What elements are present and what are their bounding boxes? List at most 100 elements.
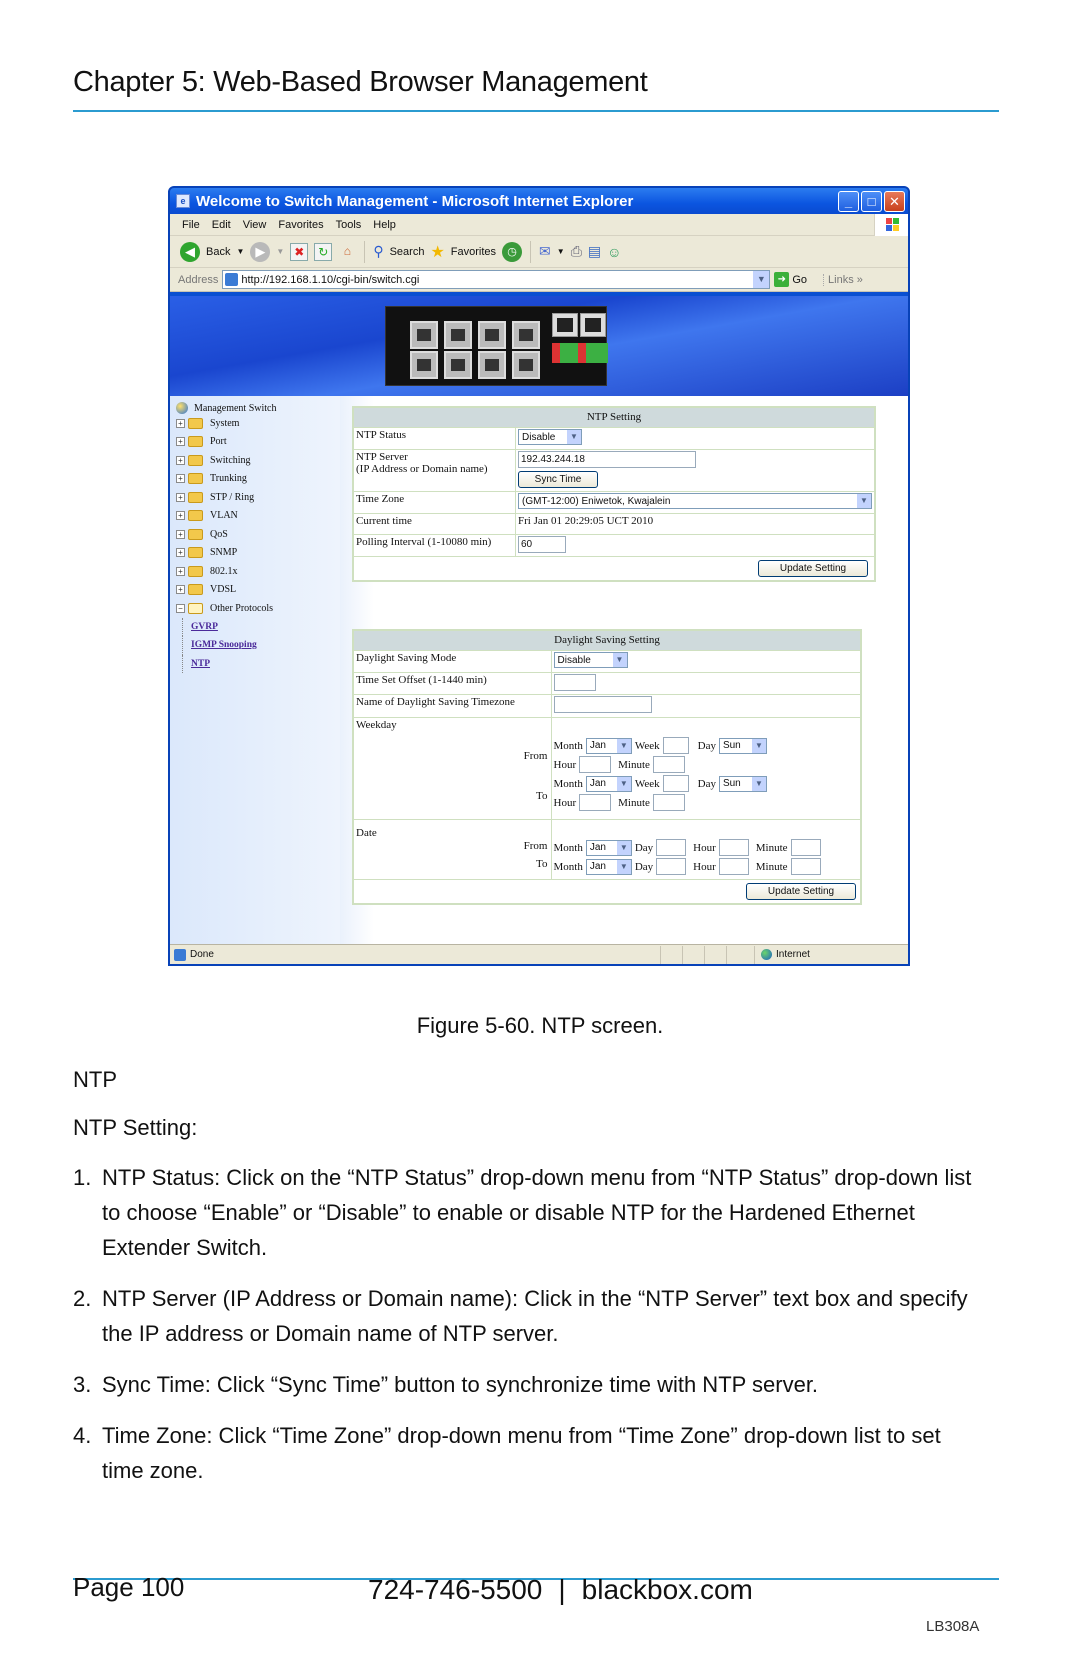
address-dropdown-icon[interactable]: ▼ <box>753 271 770 288</box>
date-to-month-select[interactable]: Jan ▼ <box>585 858 632 875</box>
date-from-day-input[interactable] <box>656 839 687 856</box>
ntp-status-select[interactable]: Disable ▼ <box>518 429 582 445</box>
sidebar-link-igmp-snooping[interactable]: IGMP Snooping <box>182 636 340 655</box>
weekday-to-minute-input[interactable] <box>652 794 685 811</box>
separator: | <box>558 1574 566 1605</box>
forward-dropdown-icon[interactable]: ▼ <box>276 247 284 256</box>
close-button[interactable]: ✕ <box>884 190 905 212</box>
status-text: Done <box>190 949 214 960</box>
date-from-month-select[interactable]: Jan ▼ <box>585 839 632 856</box>
mail-dropdown-icon[interactable]: ▼ <box>557 247 565 256</box>
minimize-button[interactable]: _ <box>838 190 859 212</box>
sidebar-item-vdsl[interactable]: + VDSL <box>170 581 340 600</box>
polling-interval-input[interactable]: 60 <box>518 536 566 553</box>
time-zone-select[interactable]: (GMT-12:00) Eniwetok, Kwajalein ▼ <box>518 493 872 509</box>
sidebar-item-vlan[interactable]: + VLAN <box>170 507 340 526</box>
menu-edit[interactable]: Edit <box>212 219 231 231</box>
menu-favorites[interactable]: Favorites <box>278 219 323 231</box>
maximize-button[interactable]: □ <box>861 190 882 212</box>
search-button[interactable]: Search <box>390 246 425 258</box>
steps-list: 1. NTP Status: Click on the “NTP Status” … <box>73 1160 983 1504</box>
sidebar-item-snmp[interactable]: + SNMP <box>170 544 340 563</box>
stop-icon[interactable]: ✖ <box>290 242 309 261</box>
home-icon[interactable]: ⌂ <box>338 243 356 261</box>
collapse-icon[interactable]: − <box>176 603 185 613</box>
sidebar-item-qos[interactable]: + QoS <box>170 525 340 544</box>
favorites-button[interactable]: Favorites <box>451 246 496 258</box>
menu-file[interactable]: File <box>182 219 200 231</box>
step-number: 2. <box>73 1286 92 1311</box>
go-button[interactable]: ➜ Go <box>774 272 807 287</box>
weekday-from-hour-input[interactable] <box>579 756 612 773</box>
expand-icon[interactable]: + <box>176 566 185 576</box>
sidebar-item-switching[interactable]: + Switching <box>170 451 340 470</box>
favorites-star-icon[interactable]: ★ <box>430 242 444 262</box>
dst-mode-select[interactable]: Disable ▼ <box>553 652 628 668</box>
back-button[interactable]: Back <box>206 246 230 258</box>
sidebar-item-stp-ring[interactable]: + STP / Ring <box>170 488 340 507</box>
ntp-server-input[interactable]: 192.43.244.18 <box>518 451 696 468</box>
date-from-hour-input[interactable] <box>718 839 749 856</box>
expand-icon[interactable]: + <box>176 585 185 595</box>
sidebar-item-system[interactable]: + System <box>170 414 340 433</box>
links-button[interactable]: Links » <box>823 273 863 286</box>
page-number: Page 100 <box>73 1572 185 1602</box>
expand-icon[interactable]: + <box>176 548 185 558</box>
messenger-icon[interactable]: ☺ <box>607 244 621 260</box>
weekday-to-hour-input[interactable] <box>579 794 612 811</box>
address-input[interactable]: http://192.168.1.10/cgi-bin/switch.cgi ▼ <box>222 270 771 289</box>
date-to-minute-input[interactable] <box>790 858 821 875</box>
browser-window: e Welcome to Switch Management - Microso… <box>168 186 910 966</box>
refresh-icon[interactable]: ↻ <box>314 242 333 261</box>
time-offset-input[interactable] <box>553 674 596 691</box>
weekday-from-month-select[interactable]: Jan ▼ <box>585 737 632 754</box>
expand-icon[interactable]: + <box>176 418 185 428</box>
select-value: Jan <box>589 778 606 789</box>
sync-time-button[interactable]: Sync Time <box>518 471 598 488</box>
sidebar-link-ntp[interactable]: NTP <box>182 654 340 673</box>
expand-icon[interactable]: + <box>176 455 185 465</box>
search-icon[interactable]: ⚲ <box>373 243 383 260</box>
select-value: Jan <box>589 861 606 872</box>
dst-update-setting-button[interactable]: Update Setting <box>746 882 856 900</box>
forward-icon[interactable]: ▶ <box>250 241 271 262</box>
chevron-down-icon: ▼ <box>751 738 766 753</box>
date-from-minute-input[interactable] <box>790 839 821 856</box>
sidebar-item-trunking[interactable]: + Trunking <box>170 470 340 489</box>
date-to-hour-input[interactable] <box>718 858 749 875</box>
history-icon[interactable]: ◷ <box>502 241 523 262</box>
expand-icon[interactable]: + <box>176 529 185 539</box>
weekday-from-week-input[interactable] <box>662 737 689 754</box>
sidebar-item-port[interactable]: + Port <box>170 433 340 452</box>
edit-icon[interactable]: ▤ <box>588 243 601 260</box>
print-icon[interactable]: ⎙ <box>571 243 582 260</box>
weekday-from-day-select[interactable]: Sun ▼ <box>718 737 767 754</box>
sidebar-item-label: Other Protocols <box>210 602 274 614</box>
expand-icon[interactable]: + <box>176 511 185 521</box>
expand-icon[interactable]: + <box>176 437 185 447</box>
sidebar-link-gvrp[interactable]: GVRP <box>182 617 340 636</box>
back-dropdown-icon[interactable]: ▼ <box>236 247 244 256</box>
weekday-to-week-input[interactable] <box>662 775 689 792</box>
folder-icon <box>188 547 203 559</box>
back-icon[interactable]: ◀ <box>180 241 200 262</box>
menu-tools[interactable]: Tools <box>336 219 362 231</box>
date-to-day-input[interactable] <box>656 858 687 875</box>
menu-view[interactable]: View <box>243 219 267 231</box>
expand-icon[interactable]: + <box>176 474 185 484</box>
internet-globe-icon <box>761 949 772 960</box>
weekday-to-day-select[interactable]: Sun ▼ <box>718 775 767 792</box>
mail-icon[interactable]: ✉ <box>539 243 551 260</box>
month-label: Month <box>553 777 583 790</box>
weekday-from-label: From <box>523 750 548 762</box>
sidebar-item-other-protocols[interactable]: − Other Protocols <box>170 599 340 618</box>
expand-icon[interactable]: + <box>176 492 185 502</box>
weekday-from-minute-input[interactable] <box>652 756 685 773</box>
sidebar-item-8021x[interactable]: +802.1x <box>170 562 340 581</box>
ntp-update-setting-button[interactable]: Update Setting <box>758 559 868 577</box>
sidebar-item-label: SNMP <box>210 547 238 559</box>
menu-help[interactable]: Help <box>373 219 396 231</box>
weekday-to-month-select[interactable]: Jan ▼ <box>585 775 632 792</box>
dst-name-input[interactable] <box>553 696 652 713</box>
tree-root[interactable]: Management Switch <box>170 396 340 414</box>
